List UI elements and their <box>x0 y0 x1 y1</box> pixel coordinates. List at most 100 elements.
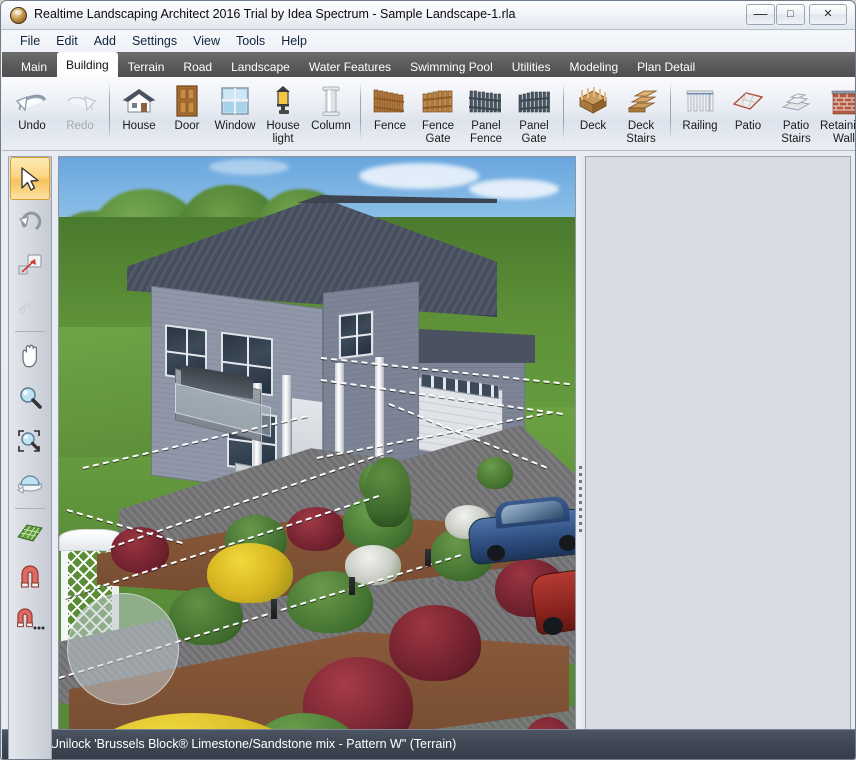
column-button[interactable]: Column <box>307 77 355 149</box>
view-tools-palette <box>8 156 52 759</box>
properties-panel[interactable] <box>585 156 851 759</box>
close-button[interactable]: ✕ <box>809 4 847 25</box>
menu-item-add[interactable]: Add <box>86 32 124 50</box>
tool-divider <box>15 508 45 509</box>
fence-icon <box>366 83 414 119</box>
orbit-icon <box>17 474 43 494</box>
house-light-button[interactable]: House light <box>259 77 307 149</box>
arc-tool[interactable] <box>9 286 51 329</box>
shrub-burgundy <box>389 605 481 681</box>
tab-landscape[interactable]: Landscape <box>222 56 299 77</box>
minimize-button[interactable]: — <box>746 4 775 25</box>
tab-terrain[interactable]: Terrain <box>119 56 174 77</box>
menu-item-file[interactable]: File <box>12 32 48 50</box>
close-icon: ✕ <box>823 8 833 20</box>
deck-stairs-button[interactable]: Deck Stairs <box>617 77 665 149</box>
deck-label: Deck <box>579 120 607 132</box>
patio-stairs-label: Patio Stairs <box>781 120 811 145</box>
tab-utilities[interactable]: Utilities <box>503 56 560 77</box>
door-button[interactable]: Door <box>163 77 211 149</box>
menu-item-tools[interactable]: Tools <box>228 32 273 50</box>
patio-icon <box>724 83 772 119</box>
ribbon-group-hardscape: Railing Patio Patio Stairs Retaini Wall <box>676 77 856 149</box>
shrub-green <box>477 457 513 489</box>
fence-gate-button[interactable]: Fence Gate <box>414 77 462 149</box>
railing-button[interactable]: Railing <box>676 77 724 149</box>
column-icon <box>307 83 355 119</box>
select-arrow-tool[interactable] <box>10 157 50 200</box>
fence-button[interactable]: Fence <box>366 77 414 149</box>
splitter-grip-icon <box>579 466 582 534</box>
move-tool[interactable] <box>9 243 51 286</box>
tab-building[interactable]: Building <box>57 52 118 77</box>
retaining-wall-label: Retaining Wall <box>820 120 856 145</box>
panel-fence-button[interactable]: Panel Fence <box>462 77 510 149</box>
ornamental-tree <box>365 457 411 527</box>
ribbon-separator <box>670 82 671 140</box>
application-window: Realtime Landscaping Architect 2016 Tria… <box>0 0 856 760</box>
ribbon-group-decking: Deck Deck Stairs <box>569 77 665 149</box>
tab-plan-detail[interactable]: Plan Detail <box>628 56 704 77</box>
door-icon <box>163 83 211 119</box>
snap-options-tool[interactable] <box>9 597 51 640</box>
magnet-options-icon <box>17 607 45 629</box>
undo-button[interactable]: Undo <box>8 77 56 149</box>
car-blue-wheel <box>559 535 575 551</box>
retaining-wall-button[interactable]: Retaining Wall <box>820 77 856 149</box>
landscape-3d-viewport[interactable]: Plan Perspective Walkthrough <box>58 156 576 759</box>
tab-water-features[interactable]: Water Features <box>300 56 400 77</box>
tab-road[interactable]: Road <box>174 56 221 77</box>
snap-tool[interactable] <box>9 554 51 597</box>
redo-arrow-icon <box>56 83 104 119</box>
roof-ridge <box>297 195 497 203</box>
zoom-tool[interactable] <box>9 377 51 420</box>
pan-tool[interactable] <box>9 334 51 377</box>
magnifier-window-icon <box>18 429 40 452</box>
panel-fence-icon <box>462 83 510 119</box>
patio-stairs-button[interactable]: Patio Stairs <box>772 77 820 149</box>
arc-curve-icon <box>17 302 42 316</box>
panel-gate-button[interactable]: Panel Gate <box>510 77 558 149</box>
retaining-wall-icon <box>820 83 855 119</box>
maximize-button[interactable]: □ <box>776 4 805 25</box>
menu-item-settings[interactable]: Settings <box>124 32 185 50</box>
redo-button[interactable]: Redo <box>56 77 104 149</box>
house-button[interactable]: House <box>115 77 163 149</box>
magnifier-icon <box>19 387 42 409</box>
upper-window-3 <box>339 310 373 360</box>
hand-icon <box>22 344 38 368</box>
tab-main[interactable]: Main <box>12 56 56 77</box>
grid-tool[interactable] <box>9 511 51 554</box>
title-bar: Realtime Landscaping Architect 2016 Tria… <box>1 1 855 30</box>
patio-button[interactable]: Patio <box>724 77 772 149</box>
tab-modeling[interactable]: Modeling <box>560 56 627 77</box>
rotate-tool[interactable] <box>9 200 51 243</box>
window-button[interactable]: Window <box>211 77 259 149</box>
undo-label: Undo <box>18 120 46 132</box>
path-light <box>425 549 431 566</box>
menu-item-view[interactable]: View <box>185 32 228 50</box>
deck-button[interactable]: Deck <box>569 77 617 149</box>
menu-item-edit[interactable]: Edit <box>48 32 86 50</box>
zoom-window-tool[interactable] <box>9 420 51 463</box>
ribbon-separator <box>360 82 361 140</box>
magnet-icon <box>20 564 40 588</box>
grid-icon <box>17 523 43 542</box>
door-label: Door <box>174 120 200 132</box>
shrub-burgundy <box>287 507 345 551</box>
menu-item-help[interactable]: Help <box>273 32 315 50</box>
patio-stairs-icon <box>772 83 820 119</box>
house-label: House <box>122 120 156 132</box>
deck-stairs-label: Deck Stairs <box>626 120 656 145</box>
panel-splitter[interactable] <box>577 156 585 759</box>
cloud <box>209 159 289 175</box>
maximize-icon: □ <box>787 8 794 20</box>
tab-swimming-pool[interactable]: Swimming Pool <box>401 56 502 77</box>
car-red-wheel <box>543 617 563 635</box>
ribbon-group-history: Undo Redo <box>8 77 104 149</box>
window-label: Window <box>214 120 256 132</box>
status-text: Path - Unilock 'Brussels Block® Limeston… <box>13 737 457 751</box>
orbit-tool[interactable] <box>9 463 51 506</box>
ribbon-group-structure: House Door Window House light Column <box>115 77 355 149</box>
redo-label: Redo <box>66 120 94 132</box>
